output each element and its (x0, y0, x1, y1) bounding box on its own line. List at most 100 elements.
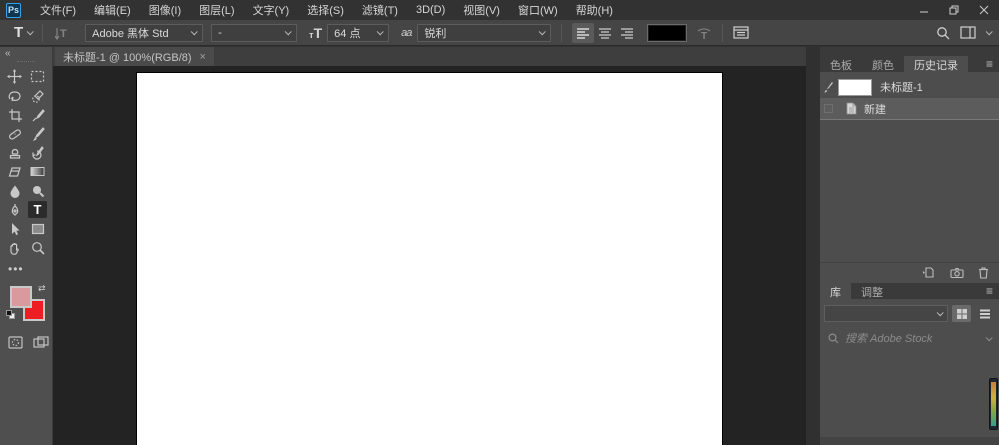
align-center-button[interactable] (594, 23, 616, 43)
crop-tool[interactable] (5, 106, 24, 123)
panel-menu-icon[interactable]: ≡ (986, 56, 993, 72)
restore-button[interactable] (939, 0, 969, 20)
brush-tool[interactable] (28, 125, 47, 142)
eraser-tool[interactable] (5, 163, 24, 180)
edit-toolbar-icon[interactable]: ••• (0, 262, 52, 276)
healing-brush-tool[interactable] (5, 125, 24, 142)
history-source-checkbox[interactable] (824, 104, 833, 113)
history-state-row[interactable]: 新建 (820, 98, 999, 120)
menu-help[interactable]: 帮助(H) (567, 0, 622, 20)
rectangle-tool[interactable] (28, 220, 47, 237)
document-title: 未标题-1 @ 100%(RGB/8) (63, 51, 192, 64)
type-tool[interactable]: T (28, 201, 47, 218)
restore-icon (949, 5, 959, 15)
search-icon (828, 332, 839, 343)
tab-history[interactable]: 历史记录 (904, 56, 968, 72)
document-tab-bar: 未标题-1 @ 100%(RGB/8) × (53, 47, 806, 66)
swap-colors-icon[interactable]: ⇄ (38, 283, 46, 294)
library-controls-row (824, 305, 995, 322)
menu-file[interactable]: 文件(F) (31, 0, 85, 20)
menu-filter[interactable]: 滤镜(T) (353, 0, 407, 20)
photoshop-app-icon: Ps (6, 2, 21, 18)
menu-bar: Ps 文件(F) 编辑(E) 图像(I) 图层(L) 文字(Y) 选择(S) 滤… (0, 0, 999, 20)
chevron-down-icon (284, 28, 292, 36)
chevron-down-icon (936, 309, 944, 317)
tab-libraries[interactable]: 库 (820, 283, 851, 299)
align-left-button[interactable] (572, 22, 595, 43)
dodge-tool[interactable] (28, 182, 47, 199)
font-size-select[interactable]: 64 点 (327, 23, 390, 42)
path-selection-tool[interactable] (5, 220, 24, 237)
document-tab[interactable]: 未标题-1 @ 100%(RGB/8) × (55, 47, 214, 66)
new-document-from-state-icon[interactable] (922, 266, 936, 279)
tab-adjustments[interactable]: 调整 (851, 283, 893, 299)
warp-text-icon[interactable]: T (696, 26, 712, 40)
minimize-icon (920, 11, 928, 13)
collapse-tools-icon[interactable]: « (0, 47, 52, 59)
new-snapshot-camera-icon[interactable] (950, 267, 964, 278)
quick-selection-tool[interactable] (28, 87, 47, 104)
marquee-tool[interactable] (28, 68, 47, 85)
foreground-color-swatch[interactable] (10, 286, 32, 308)
anti-alias-value: 锐利 (424, 27, 447, 40)
close-button[interactable] (969, 0, 999, 20)
tab-swatches[interactable]: 色板 (820, 56, 862, 72)
chevron-down-icon (539, 28, 547, 36)
edge-color-strip (989, 378, 998, 430)
align-right-icon (621, 27, 634, 39)
menu-image[interactable]: 图像(I) (140, 0, 190, 20)
tab-color[interactable]: 颜色 (862, 56, 904, 72)
blur-tool[interactable] (5, 182, 24, 199)
quick-mask-icon[interactable] (8, 336, 23, 349)
screen-mode-icon[interactable] (33, 336, 49, 349)
menu-layer[interactable]: 图层(L) (190, 0, 243, 20)
library-search-field[interactable]: 搜索 Adobe Stock (824, 330, 995, 346)
type-tool-preset[interactable]: T (10, 22, 36, 43)
eyedropper-tool[interactable] (28, 106, 47, 123)
font-family-select[interactable]: Adobe 黑体 Std (85, 23, 204, 42)
chevron-down-icon (376, 28, 384, 36)
menu-3d[interactable]: 3D(D) (407, 0, 454, 20)
font-style-select[interactable]: - (211, 23, 298, 42)
panel-menu-icon[interactable]: ≡ (986, 283, 993, 299)
menu-window[interactable]: 窗口(W) (509, 0, 567, 20)
delete-trash-icon[interactable] (978, 266, 989, 279)
clone-stamp-tool[interactable] (5, 144, 24, 161)
menu-select[interactable]: 选择(S) (298, 0, 353, 20)
menu-type[interactable]: 文字(Y) (244, 0, 299, 20)
pen-tool[interactable] (5, 201, 24, 218)
lasso-tool[interactable] (5, 87, 24, 104)
hand-tool[interactable] (5, 239, 24, 256)
library-select[interactable] (824, 305, 948, 322)
history-snapshot-row[interactable]: 未标题-1 (820, 76, 999, 98)
align-right-button[interactable] (616, 23, 638, 43)
tools-grip[interactable] (17, 61, 35, 64)
text-color-swatch[interactable] (647, 23, 688, 42)
history-brush-tool[interactable] (28, 144, 47, 161)
default-colors-icon[interactable] (6, 310, 15, 319)
history-brush-source-icon[interactable] (820, 81, 838, 93)
panel-tabs: 色板 颜色 历史记录 ≡ (820, 56, 999, 72)
toggle-panels-icon[interactable] (733, 26, 750, 39)
menu-view[interactable]: 视图(V) (454, 0, 509, 20)
pasteboard (53, 66, 806, 445)
search-icon[interactable] (936, 26, 950, 40)
text-orientation-icon[interactable]: T (55, 26, 73, 40)
anti-alias-select[interactable]: 锐利 (417, 23, 552, 42)
zoom-tool[interactable] (28, 239, 47, 256)
chevron-down-icon (190, 28, 198, 36)
chevron-down-icon (985, 28, 993, 36)
grid-view-button[interactable] (952, 305, 971, 322)
divider (42, 23, 44, 42)
minimize-button[interactable] (909, 0, 939, 20)
panel-tabs: 库 调整 ≡ (820, 283, 999, 299)
close-tab-icon[interactable]: × (200, 51, 206, 63)
menu-edit[interactable]: 编辑(E) (85, 0, 140, 20)
tools-panel: « T ••• ⇄ (0, 47, 53, 445)
canvas[interactable] (137, 73, 722, 445)
photoshop-window: Ps 文件(F) 编辑(E) 图像(I) 图层(L) 文字(Y) 选择(S) 滤… (0, 0, 999, 445)
workspace-switcher-icon[interactable] (960, 26, 976, 39)
list-view-button[interactable] (975, 305, 994, 322)
move-tool[interactable] (5, 68, 24, 85)
gradient-tool[interactable] (28, 163, 47, 180)
